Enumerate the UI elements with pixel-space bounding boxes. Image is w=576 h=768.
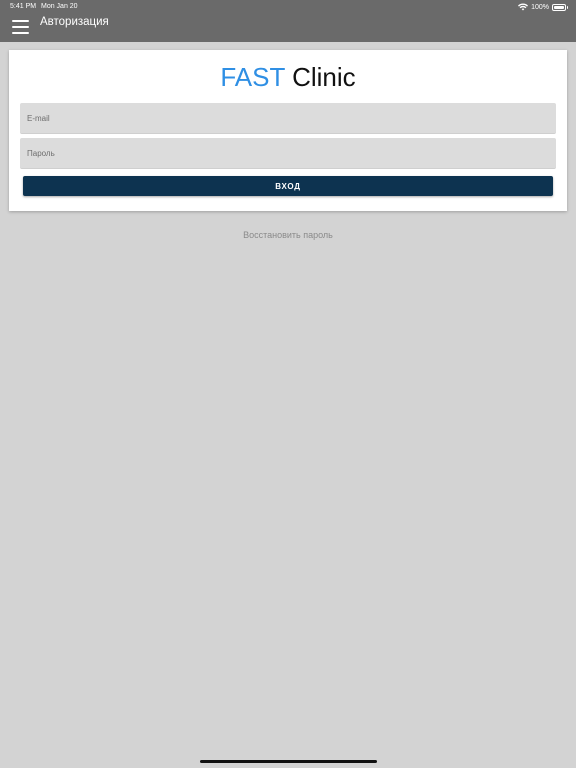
logo-fast-text: FAST bbox=[220, 62, 285, 92]
email-field[interactable] bbox=[20, 103, 556, 134]
restore-password-link[interactable]: Восстановить пароль bbox=[0, 230, 576, 240]
wifi-icon bbox=[518, 3, 529, 11]
hamburger-menu-icon[interactable] bbox=[12, 20, 29, 34]
status-time: 5:41 PM bbox=[10, 3, 37, 10]
status-indicators: 100% bbox=[518, 2, 568, 12]
status-date: Mon Jan 20 bbox=[41, 3, 78, 10]
fast-clinic-logo: FAST Clinic bbox=[9, 62, 567, 92]
password-field[interactable] bbox=[20, 138, 556, 169]
battery-percentage: 100% bbox=[531, 3, 549, 11]
login-card: FAST Clinic Вход bbox=[9, 50, 567, 211]
battery-icon bbox=[552, 3, 568, 11]
logo-clinic-text: Clinic bbox=[292, 62, 356, 92]
top-bar: 5:41 PM Mon Jan 20 100% Авторизация bbox=[0, 0, 576, 42]
login-button[interactable]: Вход bbox=[23, 176, 553, 196]
home-indicator bbox=[200, 760, 377, 763]
page-title: Авторизация bbox=[40, 16, 109, 28]
